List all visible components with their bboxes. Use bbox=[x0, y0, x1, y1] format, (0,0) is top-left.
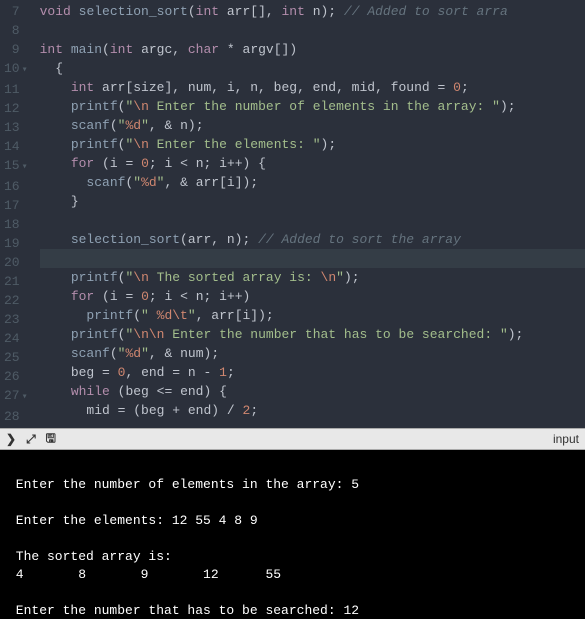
line-number: 16 bbox=[4, 177, 28, 196]
code-line[interactable]: printf("\n The sorted array is: \n"); bbox=[40, 268, 585, 287]
line-number: 21 bbox=[4, 272, 28, 291]
line-number: 25 bbox=[4, 348, 28, 367]
line-number: 7 bbox=[4, 2, 28, 21]
line-number: 10 ▾ bbox=[4, 59, 28, 80]
line-number: 18 bbox=[4, 215, 28, 234]
expand-icon[interactable]: ⤢ bbox=[26, 432, 36, 447]
code-line[interactable]: beg = 0, end = n - 1; bbox=[40, 363, 585, 382]
line-number-gutter: 7 8 9 10 ▾11 12 13 14 15 ▾16 17 18 19 20… bbox=[0, 0, 36, 428]
console-toolbar: ❯ ⤢ 🖫 input bbox=[0, 428, 585, 450]
line-number: 17 bbox=[4, 196, 28, 215]
code-editor[interactable]: 7 8 9 10 ▾11 12 13 14 15 ▾16 17 18 19 20… bbox=[0, 0, 585, 428]
code-line[interactable]: { bbox=[40, 59, 585, 78]
save-icon[interactable]: 🖫 bbox=[46, 429, 56, 450]
code-line[interactable] bbox=[40, 21, 585, 40]
console-output[interactable]: Enter the number of elements in the arra… bbox=[0, 450, 585, 619]
line-number: 24 bbox=[4, 329, 28, 348]
line-number: 8 bbox=[4, 21, 28, 40]
code-line[interactable]: } bbox=[40, 192, 585, 211]
code-line[interactable]: printf("\n Enter the elements: "); bbox=[40, 135, 585, 154]
line-number: 12 bbox=[4, 99, 28, 118]
code-line[interactable]: scanf("%d", & num); bbox=[40, 344, 585, 363]
chevron-down-icon[interactable]: ❯ bbox=[6, 432, 16, 446]
line-number: 23 bbox=[4, 310, 28, 329]
code-line[interactable]: int arr[size], num, i, n, beg, end, mid,… bbox=[40, 78, 585, 97]
line-number: 11 bbox=[4, 80, 28, 99]
line-number: 9 bbox=[4, 40, 28, 59]
line-number: 13 bbox=[4, 118, 28, 137]
line-number: 14 bbox=[4, 137, 28, 156]
line-number: 15 ▾ bbox=[4, 156, 28, 177]
code-line[interactable]: while (beg <= end) { bbox=[40, 382, 585, 401]
code-line[interactable] bbox=[40, 249, 585, 268]
line-number: 26 bbox=[4, 367, 28, 386]
line-number: 22 bbox=[4, 291, 28, 310]
code-line[interactable]: for (i = 0; i < n; i++) { bbox=[40, 154, 585, 173]
code-line[interactable] bbox=[40, 211, 585, 230]
line-number: 28 bbox=[4, 407, 28, 426]
code-line[interactable]: void selection_sort(int arr[], int n); /… bbox=[40, 2, 585, 21]
code-line[interactable]: for (i = 0; i < n; i++) bbox=[40, 287, 585, 306]
code-line[interactable]: printf(" %d\t", arr[i]); bbox=[40, 306, 585, 325]
code-line[interactable]: scanf("%d", & n); bbox=[40, 116, 585, 135]
line-number: 20 bbox=[4, 253, 28, 272]
code-line[interactable]: scanf("%d", & arr[i]); bbox=[40, 173, 585, 192]
console-tab-label: input bbox=[553, 432, 579, 446]
code-line[interactable]: printf("\n Enter the number of elements … bbox=[40, 97, 585, 116]
code-line[interactable]: int main(int argc, char * argv[]) bbox=[40, 40, 585, 59]
line-number: 19 bbox=[4, 234, 28, 253]
code-area[interactable]: void selection_sort(int arr[], int n); /… bbox=[36, 0, 585, 428]
code-line[interactable]: mid = (beg + end) / 2; bbox=[40, 401, 585, 420]
code-line[interactable]: selection_sort(arr, n); // Added to sort… bbox=[40, 230, 585, 249]
code-line[interactable]: printf("\n\n Enter the number that has t… bbox=[40, 325, 585, 344]
line-number: 27 ▾ bbox=[4, 386, 28, 407]
